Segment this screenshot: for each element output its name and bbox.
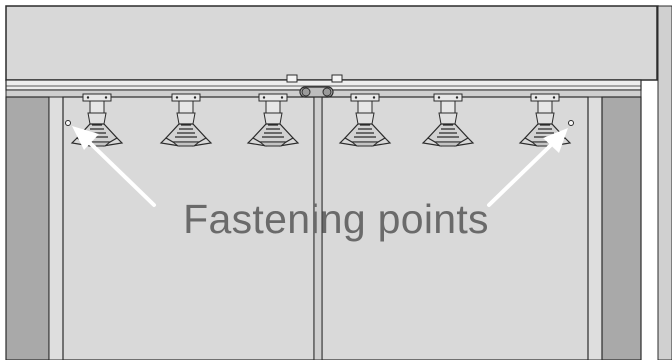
fastening-point-right [568, 120, 574, 126]
fastening-point-left [65, 120, 71, 126]
diagram-canvas: Fastening points [0, 0, 672, 360]
rail-tag-left [286, 74, 298, 83]
right-edge-strip [657, 5, 672, 360]
upper-panel [5, 5, 659, 81]
coupling-bolt-left [301, 87, 311, 97]
coupling-bolt-right [322, 87, 332, 97]
cabinet-drawing [5, 5, 672, 360]
fastening-points-label: Fastening points [183, 196, 489, 242]
rail-tag-right [331, 74, 343, 83]
